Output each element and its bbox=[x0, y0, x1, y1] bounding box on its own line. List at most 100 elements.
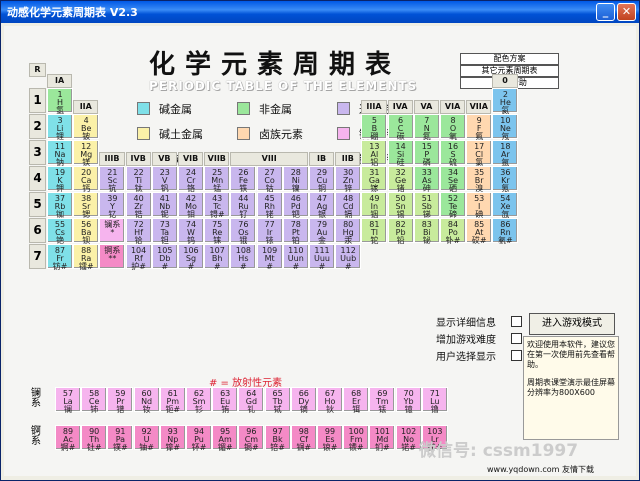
element-cell[interactable]: 86 Rn 氡# bbox=[492, 218, 519, 245]
element-cell[interactable]: 56 Ba 钡 bbox=[73, 218, 100, 245]
actinide-cell[interactable]: 98 Cf 锎# bbox=[290, 425, 317, 452]
element-cell[interactable]: 72 Hf 铪 bbox=[125, 218, 152, 245]
element-cell[interactable]: 17 Cl 氯 bbox=[466, 140, 493, 167]
lanthanide-cell[interactable]: 66 Dy 镝 bbox=[290, 387, 317, 414]
element-cell[interactable]: 40 Zr 锆 bbox=[125, 192, 152, 219]
element-cell[interactable]: 34 Se 硒 bbox=[440, 166, 466, 193]
element-cell[interactable]: 4 Be 铍 bbox=[73, 114, 100, 141]
lanthanide-cell[interactable]: 70 Yb 镱 bbox=[395, 387, 422, 414]
lanthanide-cell[interactable]: 60 Nd 钕 bbox=[133, 387, 160, 414]
element-cell[interactable]: 26 Fe 铁 bbox=[230, 166, 257, 193]
actinide-cell[interactable]: 102 No 锘# bbox=[395, 425, 422, 452]
element-cell[interactable]: 24 Cr 铬 bbox=[178, 166, 204, 193]
element-cell[interactable]: 22 Ti 钛 bbox=[125, 166, 152, 193]
element-cell[interactable]: 32 Ge 锗 bbox=[387, 166, 414, 193]
element-cell[interactable]: 107 Bh # bbox=[204, 244, 231, 271]
element-cell[interactable]: 41 Nb 铌 bbox=[151, 192, 178, 219]
element-cell[interactable]: 105 Db # bbox=[151, 244, 178, 271]
element-cell[interactable]: 110 Uun # bbox=[282, 244, 309, 271]
element-cell[interactable]: 12 Mg 镁 bbox=[73, 140, 100, 167]
actinide-cell[interactable]: 92 U 铀# bbox=[133, 425, 160, 452]
actinide-cell[interactable]: 97 Bk 锫# bbox=[264, 425, 291, 452]
option-user-checkbox[interactable] bbox=[511, 350, 522, 361]
option-difficulty-checkbox[interactable] bbox=[511, 333, 522, 344]
actinide-cell[interactable]: 91 Pa 镤# bbox=[107, 425, 134, 452]
minimize-button[interactable]: _ bbox=[596, 3, 615, 21]
element-cell[interactable]: 43 Tc 锝# bbox=[204, 192, 231, 219]
option-detail-checkbox[interactable] bbox=[511, 316, 522, 327]
element-cell[interactable]: 8O氧 bbox=[440, 114, 466, 141]
element-cell[interactable]: 52 Te 碲 bbox=[440, 192, 466, 219]
actinide-cell[interactable]: 90 Th 钍# bbox=[81, 425, 108, 452]
color-scheme-button[interactable]: 配色方案 bbox=[460, 53, 559, 65]
lanthanide-cell[interactable]: 61 Pm 钷# bbox=[159, 387, 186, 414]
element-cell[interactable]: 82 Pb 铅 bbox=[387, 218, 414, 245]
element-cell[interactable]: 76 Os 锇 bbox=[230, 218, 257, 245]
element-cell[interactable]: 23 V 钒 bbox=[151, 166, 178, 193]
element-cell[interactable]: 77 Ir 铱 bbox=[256, 218, 283, 245]
element-cell[interactable]: 109 Mt # bbox=[256, 244, 283, 271]
element-cell[interactable]: 54 Xe 氙 bbox=[492, 192, 519, 219]
element-cell[interactable]: 10 Ne 氖 bbox=[492, 114, 519, 141]
lanthanide-cell[interactable]: 59 Pr 镨 bbox=[107, 387, 134, 414]
element-cell[interactable]: 73 Ta 钽 bbox=[151, 218, 178, 245]
element-cell[interactable]: 3 Li 锂 bbox=[47, 114, 73, 141]
element-cell[interactable]: 48 Cd 镉 bbox=[335, 192, 362, 219]
element-cell[interactable]: 88 Ra 镭# bbox=[73, 244, 100, 271]
element-cell[interactable]: 44 Ru 钌 bbox=[230, 192, 257, 219]
element-cell[interactable]: 74 W 钨 bbox=[178, 218, 204, 245]
element-cell[interactable]: 45 Rh 铑 bbox=[256, 192, 283, 219]
element-cell[interactable]: 84 Po 钋# bbox=[440, 218, 466, 245]
element-cell[interactable]: 19 K 钾 bbox=[47, 166, 73, 193]
element-cell[interactable]: 25 Mn 锰 bbox=[204, 166, 231, 193]
element-cell[interactable]: 46 Pd 钯 bbox=[282, 192, 309, 219]
element-cell[interactable]: 79 Au 金 bbox=[309, 218, 335, 245]
element-cell[interactable]: 1H氢 bbox=[47, 88, 73, 115]
lanthanide-cell[interactable]: 67 Ho 钬 bbox=[317, 387, 343, 414]
element-cell[interactable]: 29 Cu 铜 bbox=[309, 166, 335, 193]
element-cell[interactable]: 75 Re 铼 bbox=[204, 218, 231, 245]
actinide-cell[interactable]: 93 Np 镎# bbox=[159, 425, 186, 452]
element-cell[interactable]: 镧系 * bbox=[99, 218, 126, 243]
element-cell[interactable]: 27 Co 钴 bbox=[256, 166, 283, 193]
element-cell[interactable]: 51 Sb 锑 bbox=[413, 192, 440, 219]
element-cell[interactable]: 31 Ga 镓 bbox=[361, 166, 388, 193]
element-cell[interactable]: 5B硼 bbox=[361, 114, 388, 141]
element-cell[interactable]: 47 Ag 银 bbox=[309, 192, 335, 219]
lanthanide-cell[interactable]: 71 Lu 镥 bbox=[421, 387, 448, 414]
actinide-cell[interactable]: 96 Cm 锔# bbox=[238, 425, 265, 452]
element-cell[interactable]: 104 Rf 护# bbox=[125, 244, 152, 271]
element-cell[interactable]: 13 Al 铝 bbox=[361, 140, 388, 167]
element-cell[interactable]: 2 He 氦 bbox=[492, 88, 519, 115]
actinide-cell[interactable]: 89 Ac 锕# bbox=[55, 425, 81, 452]
element-cell[interactable]: 81 Tl 铊 bbox=[361, 218, 388, 245]
start-game-button[interactable]: 进入游戏模式 bbox=[529, 313, 615, 335]
element-cell[interactable]: 7N氮 bbox=[413, 114, 440, 141]
element-cell[interactable]: 6C碳 bbox=[387, 114, 414, 141]
element-cell[interactable]: 18 Ar 氩 bbox=[492, 140, 519, 167]
element-cell[interactable]: 53 I 碘 bbox=[466, 192, 493, 219]
element-cell[interactable]: 112 Uub # bbox=[335, 244, 362, 271]
element-cell[interactable]: 16 S 硫 bbox=[440, 140, 466, 167]
element-cell[interactable]: 11 Na 钠 bbox=[47, 140, 73, 167]
element-cell[interactable]: 28 Ni 镍 bbox=[282, 166, 309, 193]
element-cell[interactable]: 14 Si 硅 bbox=[387, 140, 414, 167]
element-cell[interactable]: 106 Sg # bbox=[178, 244, 204, 271]
title-bar[interactable]: 动感化学元素周期表 V2.3 _ ✕ bbox=[1, 1, 639, 23]
lanthanide-cell[interactable]: 69 Tm 铥 bbox=[369, 387, 396, 414]
element-cell[interactable]: 38 Sr 锶 bbox=[73, 192, 100, 219]
element-cell[interactable]: 49 In 铟 bbox=[361, 192, 388, 219]
element-cell[interactable]: 83 Bi 铋 bbox=[413, 218, 440, 245]
element-cell[interactable]: 33 As 砷 bbox=[413, 166, 440, 193]
element-cell[interactable]: 50 Sn 锡 bbox=[387, 192, 414, 219]
actinide-cell[interactable]: 100 Fm 镄# bbox=[343, 425, 370, 452]
element-cell[interactable]: 锕系 ** bbox=[99, 244, 126, 269]
lanthanide-cell[interactable]: 68 Er 铒 bbox=[343, 387, 370, 414]
actinide-cell[interactable]: 99 Es 锿# bbox=[317, 425, 343, 452]
element-cell[interactable]: 35 Br 溴 bbox=[466, 166, 493, 193]
element-cell[interactable]: 78 Pt 铂 bbox=[282, 218, 309, 245]
lanthanide-cell[interactable]: 63 Eu 铕 bbox=[212, 387, 239, 414]
element-cell[interactable]: 39 Y 钇 bbox=[99, 192, 126, 219]
element-cell[interactable]: 15 P 磷 bbox=[413, 140, 440, 167]
actinide-cell[interactable]: 101 Md 钔# bbox=[369, 425, 396, 452]
